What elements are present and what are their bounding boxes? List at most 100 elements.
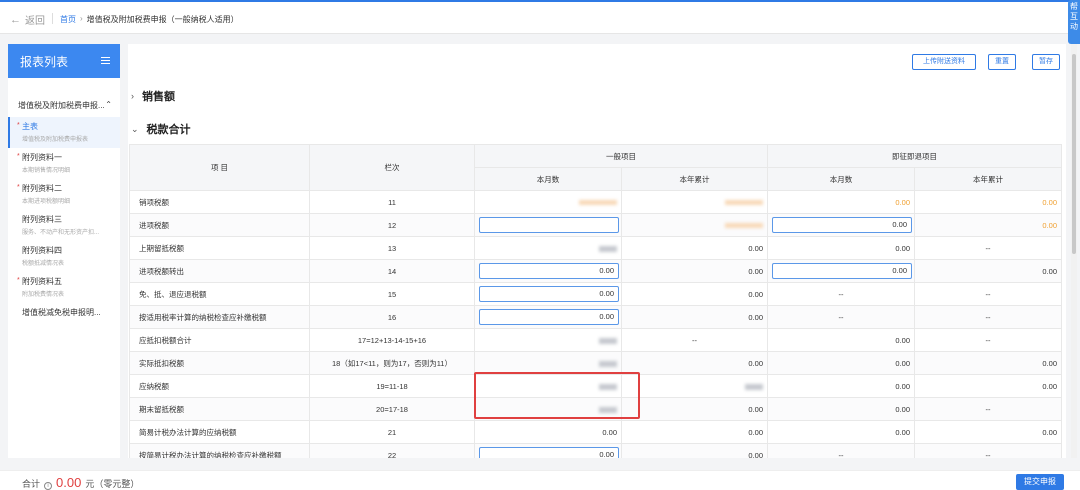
row-column-no: 19=11-18 (309, 374, 475, 398)
value-cell: -- (767, 282, 915, 306)
masked-value (725, 223, 763, 229)
highlight-box (474, 372, 640, 419)
value-cell: 0.00 (621, 420, 768, 444)
sidebar-item-title: 附列资料一 (22, 153, 62, 162)
header-month: 本月数 (474, 167, 622, 191)
cell-value: 0.00 (1042, 358, 1057, 368)
sidebar-item[interactable]: 附列资料三服务、不动产和无形资产扣... (8, 210, 120, 241)
masked-value (579, 200, 617, 206)
header-column-no: 栏次 (309, 144, 475, 191)
cell-value: 0.00 (748, 427, 763, 437)
required-marker: * (17, 277, 20, 284)
chevron-up-icon: ⌃ (105, 100, 112, 109)
sidebar-item-subtitle: 本期销售情况明细 (22, 168, 71, 174)
sidebar-item[interactable]: * 主表 增值税及附加税费申报表 (8, 117, 120, 148)
sidebar-item[interactable]: * 附列资料一 本期销售情况明细 (8, 148, 120, 179)
row-column-no: 14 (309, 259, 475, 283)
cell-value: 0.00 (895, 381, 910, 391)
header-general: 一般项目 (474, 144, 768, 168)
back-label: 返回 (25, 16, 45, 27)
header-month: 本月数 (767, 167, 915, 191)
scrollbar[interactable] (1071, 44, 1077, 458)
cell-value: 0.00 (748, 312, 763, 322)
header-year: 本年累计 (621, 167, 768, 191)
menu-collapse-icon[interactable] (101, 57, 110, 65)
divider (52, 13, 53, 24)
cell-value: 0.00 (895, 243, 910, 253)
sidebar-group-vat[interactable]: 增值税及附加税费申报... ⌃ (8, 78, 120, 117)
sidebar-item-title: 附列资料三 (22, 215, 62, 224)
value-cell: -- (914, 397, 1062, 421)
sidebar-item[interactable]: * 附列资料二 本期进项税额明细 (8, 179, 120, 210)
table-row: 进项税额 12 0.00 0.00 (129, 213, 1062, 237)
amount-input[interactable] (479, 217, 619, 233)
cell-value: -- (838, 289, 844, 299)
value-cell: -- (914, 236, 1062, 260)
floating-help-tab[interactable]: 帮 互 动 (1068, 0, 1080, 44)
amount-input[interactable]: 0.00 (479, 309, 619, 325)
cell-value: -- (985, 335, 991, 345)
cell-value: 0.00 (895, 197, 910, 207)
cell-value: 0.00 (748, 404, 763, 414)
row-item-name: 销项税额 (129, 190, 310, 214)
row-column-no: 22 (309, 443, 475, 458)
value-cell: 0.00 (621, 443, 768, 458)
amount-input[interactable]: 0.00 (772, 263, 912, 279)
masked-value (725, 200, 763, 206)
sidebar-item[interactable]: * 附列资料五 附加税费情况表 (8, 272, 120, 303)
cell-value: 0.00 (748, 358, 763, 368)
sidebar-group-label: 增值税及附加税费申报... (18, 101, 105, 110)
breadcrumb: 首页 › 增值税及附加税费申报（一般纳税人适用） (60, 14, 239, 25)
amount-input[interactable]: 0.00 (479, 447, 619, 458)
value-cell: 0.00 (914, 374, 1062, 398)
value-cell (621, 374, 768, 398)
sidebar-item[interactable]: 附列资料四 税额抵减情况表 (8, 241, 120, 272)
save-draft-button[interactable]: 暂存 (1032, 54, 1060, 70)
value-cell: 0.00 (767, 351, 915, 375)
amount-input[interactable]: 0.00 (772, 217, 912, 233)
info-icon[interactable]: i (44, 482, 53, 490)
cell-value: -- (985, 243, 991, 253)
value-cell: -- (914, 282, 1062, 306)
sidebar-item-title: 附列资料五 (22, 277, 62, 286)
masked-value (599, 337, 617, 344)
row-column-no: 15 (309, 282, 475, 306)
value-cell (474, 190, 622, 214)
amount-input[interactable]: 0.00 (479, 263, 619, 279)
row-column-no: 17=12+13-14-15+16 (309, 328, 475, 352)
cell-value: -- (985, 289, 991, 299)
row-item-name: 进项税额转出 (129, 259, 310, 283)
reset-button[interactable]: 重置 (988, 54, 1016, 70)
row-item-name: 进项税额 (129, 213, 310, 237)
value-cell (474, 328, 622, 352)
row-column-no: 21 (309, 420, 475, 444)
back-button[interactable]: ← 返回 (10, 12, 45, 28)
section-tax-total[interactable]: ⌄ 税款合计 (131, 121, 191, 137)
submit-declaration-button[interactable]: 提交申报 (1016, 474, 1064, 490)
section-sales[interactable]: › 销售额 (131, 88, 175, 104)
row-item-name: 按简易计税办法计算的纳税检查应补缴税额 (129, 443, 310, 458)
amount-input[interactable]: 0.00 (479, 286, 619, 302)
value-cell: 0.00 (474, 443, 622, 458)
header-item: 项 目 (129, 144, 310, 191)
value-cell: 0.00 (767, 259, 915, 283)
value-cell (621, 213, 768, 237)
total-label: 合计 (22, 479, 41, 489)
upload-attachments-button[interactable]: 上传附送资料 (912, 54, 976, 70)
top-bar: ← 返回 首页 › 增值税及附加税费申报（一般纳税人适用） (0, 0, 1080, 34)
breadcrumb-home-link[interactable]: 首页 (60, 14, 76, 25)
value-cell: 0.00 (914, 213, 1062, 237)
cell-value: 0.00 (748, 289, 763, 299)
cell-value: 0.00 (895, 358, 910, 368)
masked-value (599, 360, 617, 367)
sidebar-item-subtitle: 服务、不动产和无形资产扣... (22, 230, 100, 236)
row-item-name: 期末留抵税额 (129, 397, 310, 421)
value-cell: 0.00 (474, 305, 622, 329)
sidebar-item[interactable]: 增值税减免税申报明... (8, 303, 120, 334)
table-row: 销项税额 11 0.00 0.00 (129, 190, 1062, 214)
row-item-name: 上期留抵税额 (129, 236, 310, 260)
scrollbar-thumb[interactable] (1072, 54, 1076, 254)
cell-value: -- (692, 335, 697, 345)
table-row: 简易计税办法计算的应纳税额 21 0.00 0.00 0.00 0.00 (129, 420, 1062, 444)
value-cell: 0.00 (621, 397, 768, 421)
